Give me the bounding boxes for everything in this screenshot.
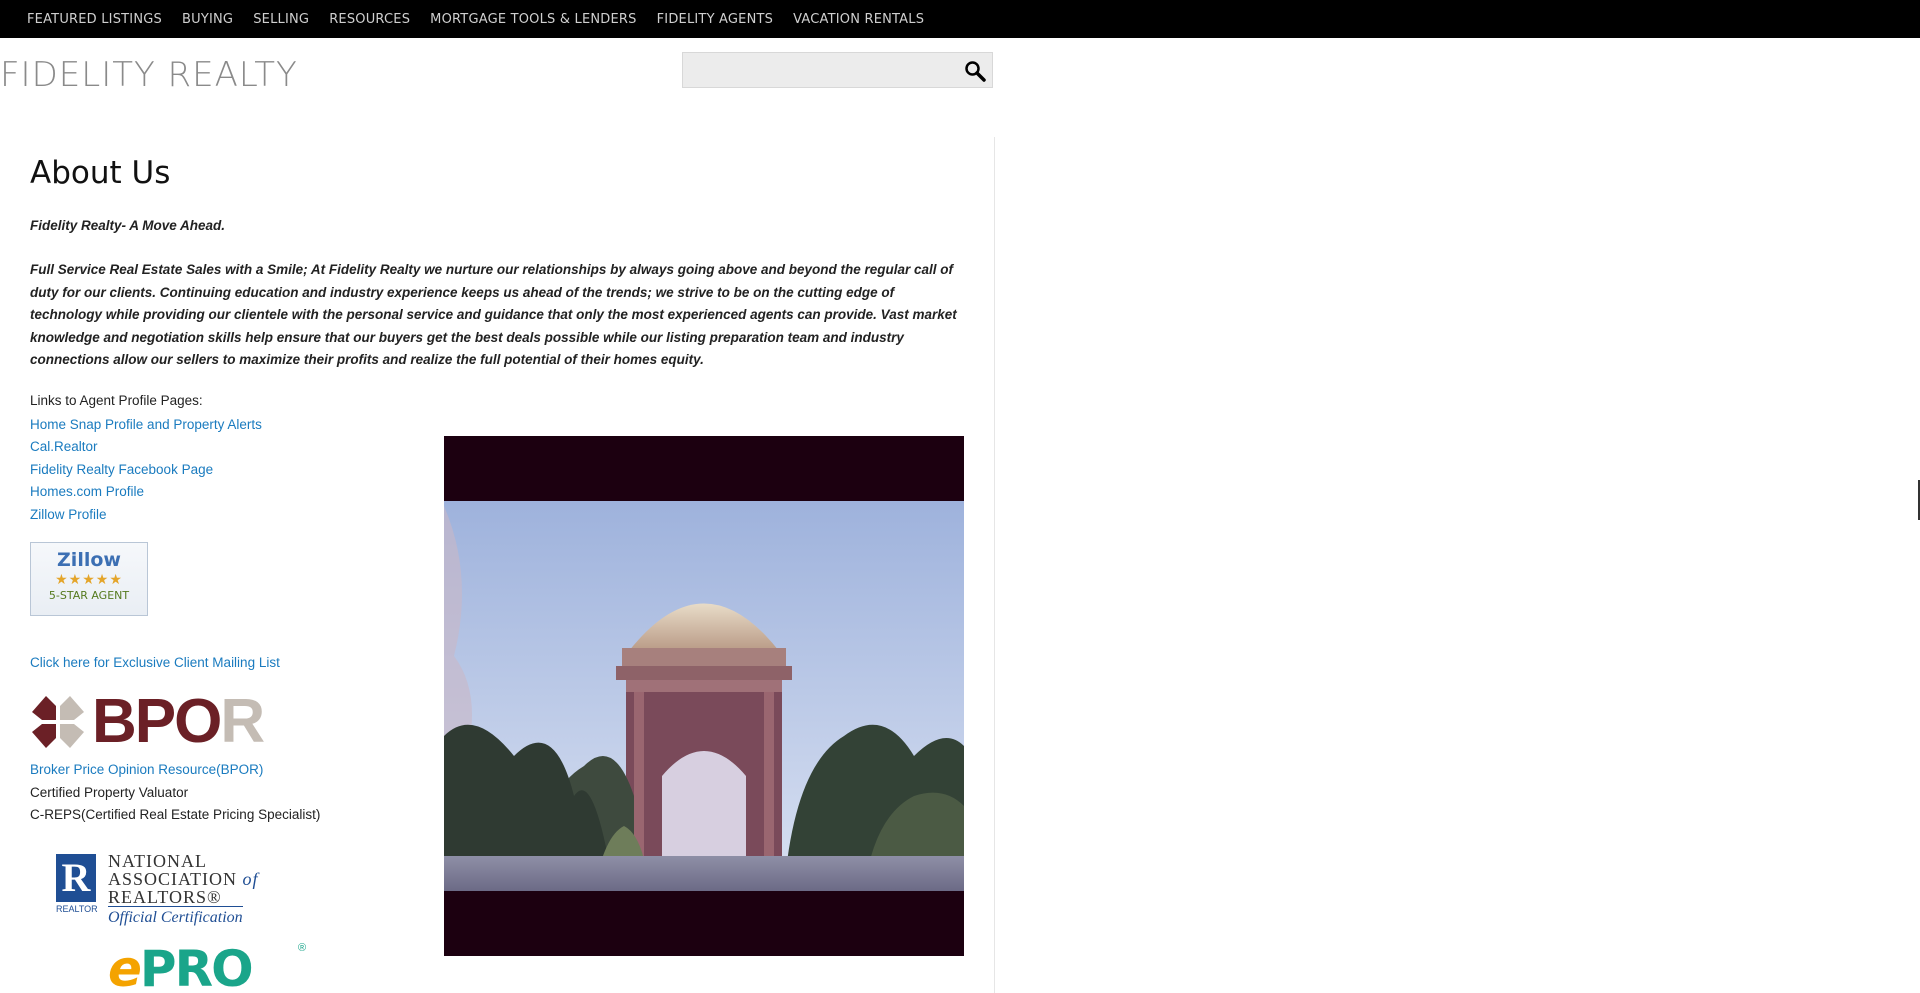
bpor-wordmark-light: R xyxy=(220,687,265,756)
search-input[interactable] xyxy=(683,53,953,87)
cert-creps: C-REPS(Certified Real Estate Pricing Spe… xyxy=(30,807,321,822)
content-divider xyxy=(994,137,995,993)
link-zillow[interactable]: Zillow Profile xyxy=(30,504,262,526)
realtor-mark-label: REALTOR xyxy=(56,904,98,914)
epro-pro: PRO xyxy=(139,940,254,993)
top-navigation: FEATURED LISTINGS BUYING SELLING RESOURC… xyxy=(0,0,1920,38)
nar-line-2: ASSOCIATION of xyxy=(108,870,259,888)
nar-line-1: NATIONAL xyxy=(108,851,207,871)
bpor-wordmark-dark: BPO xyxy=(92,687,222,756)
nav-item-buying[interactable]: BUYING xyxy=(182,12,233,27)
link-facebook[interactable]: Fidelity Realty Facebook Page xyxy=(30,459,262,481)
realtor-r-icon: R xyxy=(56,854,96,902)
tagline: Fidelity Realty- A Move Ahead. xyxy=(30,218,226,233)
nar-of: of xyxy=(242,869,259,889)
nav-item-resources[interactable]: RESOURCES xyxy=(329,12,410,27)
nav-item-featured-listings[interactable]: FEATURED LISTINGS xyxy=(27,12,162,27)
bpor-link[interactable]: Broker Price Opinion Resource(BPOR) xyxy=(30,762,263,777)
link-homes-com[interactable]: Homes.com Profile xyxy=(30,481,262,503)
search-box xyxy=(682,52,993,88)
palace-of-fine-arts-photo xyxy=(444,436,964,956)
bpor-logo: BPOR xyxy=(30,691,282,753)
page-title: About Us xyxy=(30,155,171,191)
nar-official-certification: Official Certification xyxy=(108,906,243,927)
magnifier-icon[interactable] xyxy=(964,60,986,82)
site-title[interactable]: FIDELITY REALTY xyxy=(0,55,298,95)
epro-logo: ePRO ® xyxy=(108,940,308,993)
nav-item-mortgage-tools[interactable]: MORTGAGE TOOLS & LENDERS xyxy=(430,12,636,27)
bpor-emblem-icon xyxy=(32,696,84,748)
agent-links-heading: Links to Agent Profile Pages: xyxy=(30,393,203,408)
bpor-wordmark: BPOR xyxy=(92,691,265,753)
intro-paragraph: Full Service Real Estate Sales with a Sm… xyxy=(30,262,957,367)
epro-registered-mark: ® xyxy=(298,942,307,954)
zillow-logo-text: Zillow xyxy=(57,549,121,571)
nar-name: NATIONAL ASSOCIATION of REALTORS® xyxy=(108,852,259,906)
zillow-badge-label: 5-STAR AGENT xyxy=(48,589,130,602)
nav-item-selling[interactable]: SELLING xyxy=(253,12,309,27)
nav-menu: FEATURED LISTINGS BUYING SELLING RESOURC… xyxy=(0,0,1920,38)
mailing-list-link[interactable]: Click here for Exclusive Client Mailing … xyxy=(30,655,280,670)
link-home-snap[interactable]: Home Snap Profile and Property Alerts xyxy=(30,414,262,436)
nav-item-fidelity-agents[interactable]: FIDELITY AGENTS xyxy=(657,12,774,27)
epro-e: e xyxy=(108,940,142,993)
nar-line-3: REALTORS® xyxy=(108,887,222,907)
photo-image xyxy=(444,436,964,956)
star-rating-icon: ★★★★★ xyxy=(55,571,123,587)
cert-property-valuator: Certified Property Valuator xyxy=(30,785,189,800)
nav-item-vacation-rentals[interactable]: VACATION RENTALS xyxy=(793,12,924,27)
zillow-five-star-badge[interactable]: Zillow ★★★★★ 5-STAR AGENT xyxy=(30,542,148,616)
nar-certification-logo: R REALTOR NATIONAL ASSOCIATION of REALTO… xyxy=(54,850,274,930)
link-cal-realtor[interactable]: Cal.Realtor xyxy=(30,436,262,458)
nar-line-2-text: ASSOCIATION xyxy=(108,869,238,889)
main-content: About Us Fidelity Realty- A Move Ahead. … xyxy=(30,155,970,367)
agent-links-list: Home Snap Profile and Property Alerts Ca… xyxy=(30,414,262,526)
epro-wordmark: ePRO xyxy=(108,940,254,993)
